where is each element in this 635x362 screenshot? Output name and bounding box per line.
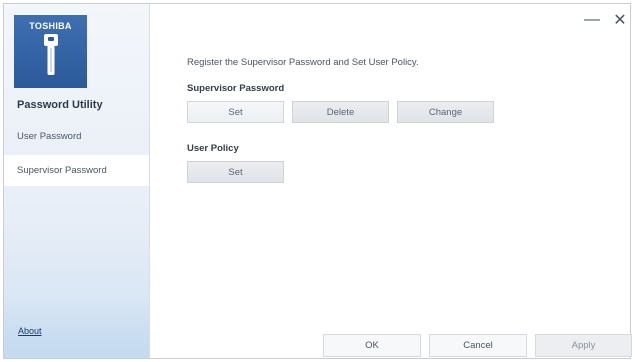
key-icon [44,34,58,75]
close-button[interactable]: ✕ [612,12,628,29]
minimize-icon: — [584,11,600,28]
sidebar-item-supervisor-password[interactable]: Supervisor Password [4,155,149,186]
intro-text: Register the Supervisor Password and Set… [187,57,419,68]
sidebar: TOSHIBA Password Utility User Password S… [4,4,150,358]
close-icon: ✕ [613,12,627,29]
minimize-button[interactable]: — [584,11,600,28]
cancel-button[interactable]: Cancel [429,334,527,357]
app-logo: TOSHIBA [14,15,87,88]
sidebar-item-label: User Password [17,131,82,142]
about-link[interactable]: About [18,326,42,336]
sidebar-item-user-password[interactable]: User Password [4,121,149,152]
supervisor-set-button[interactable]: Set [187,101,284,123]
supervisor-delete-button[interactable]: Delete [292,101,389,123]
ok-button[interactable]: OK [323,334,421,357]
apply-button[interactable]: Apply [535,334,632,357]
app-window: TOSHIBA Password Utility User Password S… [3,3,632,359]
app-title: Password Utility [17,99,103,111]
supervisor-password-heading: Supervisor Password [187,83,285,94]
user-policy-heading: User Policy [187,143,239,154]
supervisor-change-button[interactable]: Change [397,101,494,123]
user-policy-set-button[interactable]: Set [187,161,284,183]
sidebar-item-label: Supervisor Password [17,165,107,176]
